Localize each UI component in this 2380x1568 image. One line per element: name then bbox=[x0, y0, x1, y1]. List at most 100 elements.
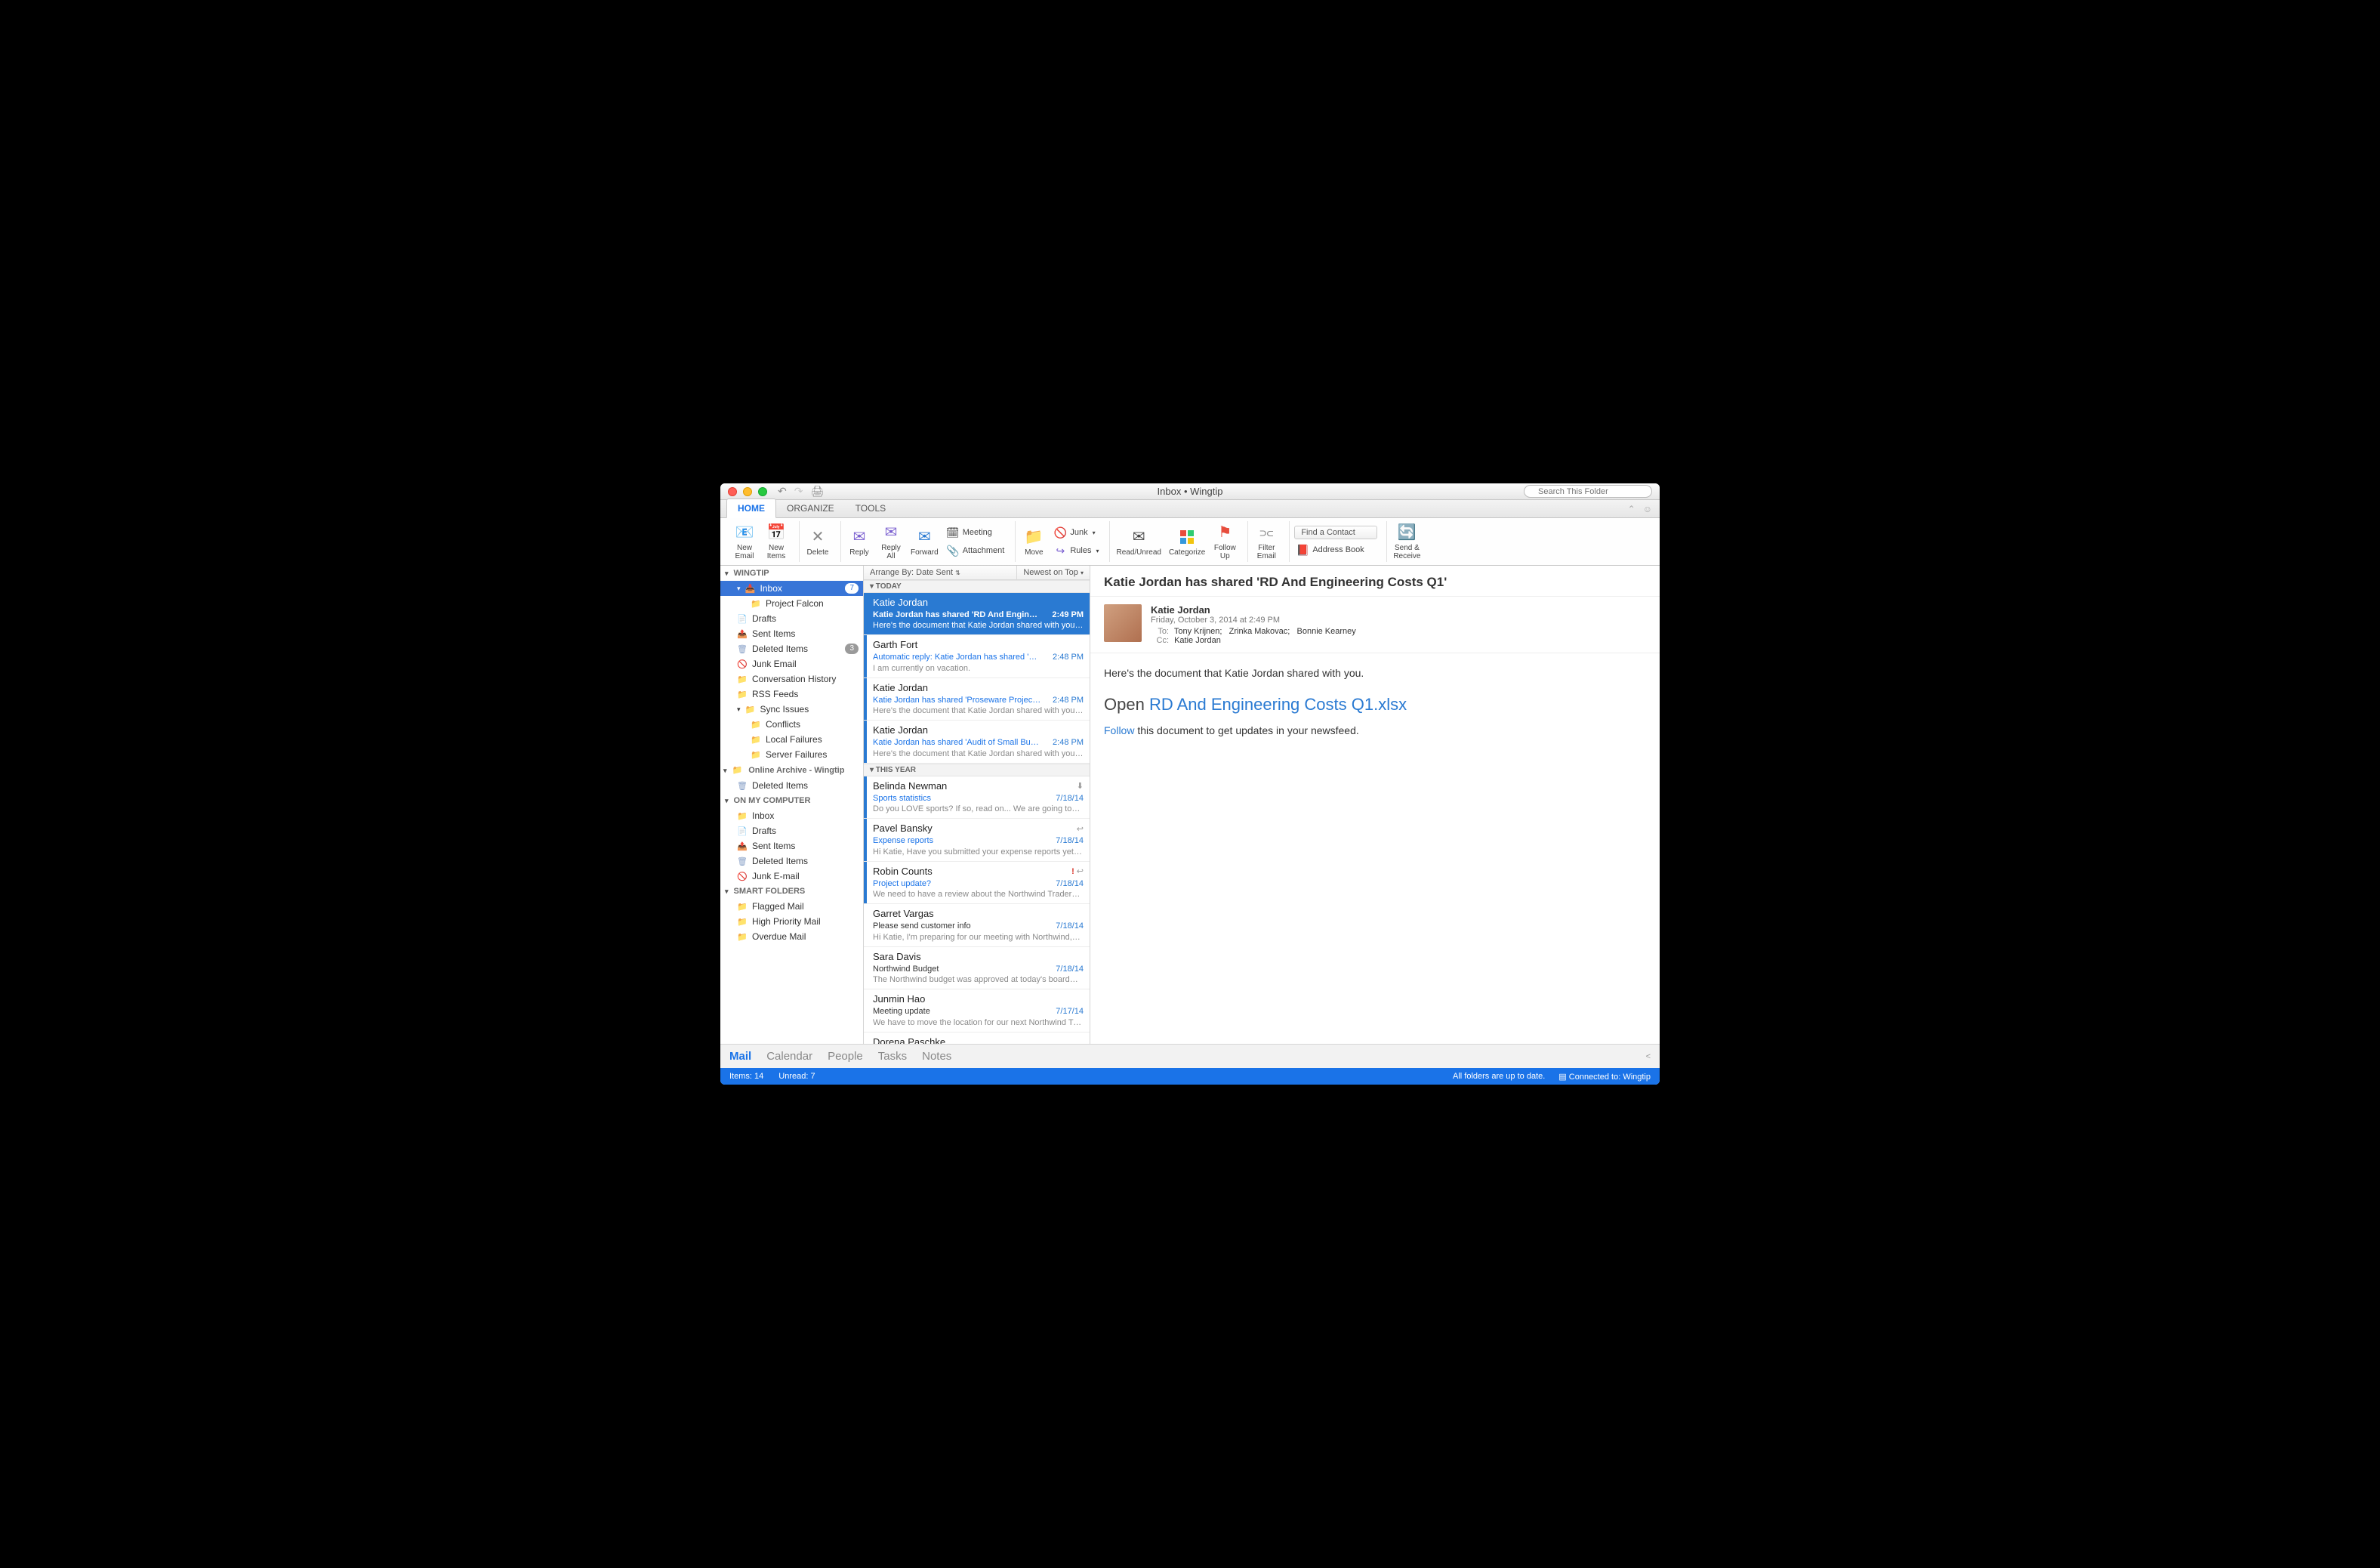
categorize-icon bbox=[1176, 527, 1198, 547]
meeting-button[interactable]: 🗓 Meeting bbox=[945, 525, 1007, 540]
new-items-button[interactable]: 📅 New Items bbox=[763, 521, 790, 562]
find-contact-input[interactable]: Find a Contact bbox=[1294, 526, 1377, 539]
sidebar-item-drafts[interactable]: 📄Drafts bbox=[720, 611, 863, 626]
collapse-ribbon-icon[interactable]: ⌃ bbox=[1628, 504, 1635, 514]
nav-collapse-icon[interactable]: ˂ bbox=[1646, 1052, 1651, 1061]
message-subject-preview: Katie Jordan has shared 'Proseware Proje… bbox=[873, 695, 1042, 705]
sidebar-item-high-priority[interactable]: 📁High Priority Mail bbox=[720, 914, 863, 929]
sidebar-item-server-failures[interactable]: 📁Server Failures bbox=[720, 747, 863, 762]
group-today[interactable]: ▾ TODAY bbox=[864, 580, 1090, 593]
section-header-onmycomputer[interactable]: ON MY COMPUTER bbox=[720, 793, 863, 808]
module-nav: Mail Calendar People Tasks Notes ˂ bbox=[720, 1044, 1660, 1068]
sidebar-item-deleted[interactable]: 🗑Deleted Items3 bbox=[720, 641, 863, 656]
message-preview: Here's the document that Katie Jordan sh… bbox=[873, 620, 1084, 631]
minimize-window-button[interactable] bbox=[743, 487, 752, 496]
nav-people[interactable]: People bbox=[828, 1050, 863, 1063]
nav-calendar[interactable]: Calendar bbox=[766, 1050, 812, 1063]
message-item[interactable]: Katie Jordan Katie Jordan has shared 'Au… bbox=[864, 721, 1090, 763]
categorize-button[interactable]: Categorize bbox=[1167, 526, 1207, 558]
message-item[interactable]: Garret Vargas Please send customer info7… bbox=[864, 904, 1090, 946]
nav-mail[interactable]: Mail bbox=[729, 1050, 751, 1063]
message-subject: Katie Jordan has shared 'RD And Engineer… bbox=[1090, 566, 1660, 597]
close-window-button[interactable] bbox=[728, 487, 737, 496]
sidebar-item-project-falcon[interactable]: 📁Project Falcon bbox=[720, 596, 863, 611]
message-preview: Do you LOVE sports? If so, read on... We… bbox=[873, 804, 1084, 814]
attachment-button[interactable]: 📎 Attachment bbox=[945, 543, 1007, 558]
sidebar-item-local-deleted[interactable]: 🗑Deleted Items bbox=[720, 853, 863, 869]
sidebar-item-sync-issues[interactable]: ▾📁Sync Issues bbox=[720, 702, 863, 717]
message-item[interactable]: Dorena Paschke bbox=[864, 1032, 1090, 1044]
sidebar-item-sent[interactable]: 📤Sent Items bbox=[720, 626, 863, 641]
sidebar-item-flagged[interactable]: 📁Flagged Mail bbox=[720, 899, 863, 914]
read-unread-button[interactable]: ✉ Read/Unread bbox=[1114, 526, 1162, 558]
new-email-button[interactable]: 📧 New Email bbox=[731, 521, 758, 562]
reply-all-button[interactable]: ✉ Reply All bbox=[877, 521, 905, 562]
folder-icon: 📁 bbox=[737, 674, 748, 684]
tab-home[interactable]: HOME bbox=[726, 498, 776, 518]
follow-line: Follow this document to get updates in y… bbox=[1104, 723, 1646, 739]
message-from: Robin Counts bbox=[873, 866, 933, 878]
sidebar-item-local-drafts[interactable]: 📄Drafts bbox=[720, 823, 863, 838]
print-icon[interactable]: 🖨 bbox=[810, 485, 824, 498]
rules-icon: ↪ bbox=[1053, 544, 1067, 557]
sidebar-item-inbox[interactable]: ▾ 📥 Inbox 7 bbox=[720, 581, 863, 596]
sort-order-button[interactable]: Newest on Top ▾ bbox=[1017, 566, 1090, 579]
forward-button[interactable]: ✉ Forward bbox=[909, 526, 940, 558]
undo-icon[interactable]: ↶ bbox=[778, 485, 787, 498]
follow-up-button[interactable]: ⚑ Follow Up bbox=[1211, 521, 1238, 562]
status-unread: Unread: 7 bbox=[778, 1072, 815, 1081]
sidebar-item-local-failures[interactable]: 📁Local Failures bbox=[720, 732, 863, 747]
sidebar-item-local-inbox[interactable]: 📁Inbox bbox=[720, 808, 863, 823]
reading-pane: Katie Jordan has shared 'RD And Engineer… bbox=[1090, 566, 1660, 1044]
redo-icon[interactable]: ↷ bbox=[794, 485, 803, 498]
tab-organize[interactable]: ORGANIZE bbox=[776, 499, 845, 517]
message-item[interactable]: Sara Davis Northwind Budget7/18/14 The N… bbox=[864, 947, 1090, 989]
drafts-icon: 📄 bbox=[737, 826, 748, 835]
sidebar-item-conversation-history[interactable]: 📁Conversation History bbox=[720, 671, 863, 687]
nav-notes[interactable]: Notes bbox=[922, 1050, 951, 1063]
account-header-wingtip[interactable]: WINGTIP bbox=[720, 566, 863, 581]
importance-icon: ! bbox=[1071, 866, 1074, 877]
group-this-year[interactable]: ▾ THIS YEAR bbox=[864, 764, 1090, 776]
sidebar-item-junk[interactable]: 🚫Junk Email bbox=[720, 656, 863, 671]
message-item[interactable]: Pavel Bansky↩ Expense reports7/18/14 Hi … bbox=[864, 819, 1090, 861]
account-header-archive[interactable]: 📁Online Archive - Wingtip bbox=[720, 762, 863, 778]
folder-icon: 📁 bbox=[732, 765, 743, 775]
message-item[interactable]: Garth Fort Automatic reply: Katie Jordan… bbox=[864, 635, 1090, 678]
sidebar-item-archive-deleted[interactable]: 🗑Deleted Items bbox=[720, 778, 863, 793]
section-header-smart-folders[interactable]: SMART FOLDERS bbox=[720, 884, 863, 899]
message-item[interactable]: Katie Jordan Katie Jordan has shared 'Pr… bbox=[864, 678, 1090, 721]
follow-link[interactable]: Follow bbox=[1104, 724, 1134, 736]
forward-icon: ✉ bbox=[914, 527, 935, 547]
filter-email-button[interactable]: ⫗ Filter Email bbox=[1253, 521, 1280, 562]
message-item[interactable]: Junmin Hao Meeting update7/17/14 We have… bbox=[864, 989, 1090, 1032]
smiley-icon[interactable]: ☺ bbox=[1643, 504, 1652, 514]
zoom-window-button[interactable] bbox=[758, 487, 767, 496]
move-button[interactable]: 📁 Move bbox=[1020, 526, 1047, 558]
calendar-plus-icon: 📅 bbox=[766, 523, 787, 542]
message-item[interactable]: Belinda Newman⬇ Sports statistics7/18/14… bbox=[864, 776, 1090, 819]
nav-tasks[interactable]: Tasks bbox=[878, 1050, 907, 1063]
delete-button[interactable]: ✕ Delete bbox=[804, 526, 831, 558]
sidebar-item-local-sent[interactable]: 📤Sent Items bbox=[720, 838, 863, 853]
junk-button[interactable]: 🚫 Junk▾ bbox=[1052, 525, 1100, 540]
move-folder-icon: 📁 bbox=[1023, 527, 1044, 547]
message-preview: Here's the document that Katie Jordan sh… bbox=[873, 749, 1084, 759]
sidebar-item-rss[interactable]: 📁RSS Feeds bbox=[720, 687, 863, 702]
address-book-button[interactable]: 📕 Address Book bbox=[1294, 542, 1377, 557]
arrange-by-button[interactable]: Arrange By: Date Sent ⇅ bbox=[864, 566, 1017, 579]
open-document-link[interactable]: RD And Engineering Costs Q1.xlsx bbox=[1149, 695, 1407, 714]
sidebar-item-local-junk[interactable]: 🚫Junk E-mail bbox=[720, 869, 863, 884]
send-receive-button[interactable]: 🔄 Send & Receive bbox=[1392, 521, 1422, 562]
message-item[interactable]: Robin Counts!↩ Project update?7/18/14 We… bbox=[864, 862, 1090, 904]
rules-button[interactable]: ↪ Rules▾ bbox=[1052, 543, 1100, 558]
sidebar-item-conflicts[interactable]: 📁Conflicts bbox=[720, 717, 863, 732]
trash-icon: 🗑 bbox=[737, 644, 748, 653]
sidebar-item-overdue[interactable]: 📁Overdue Mail bbox=[720, 929, 863, 944]
search-input[interactable] bbox=[1524, 485, 1652, 498]
tab-tools[interactable]: TOOLS bbox=[845, 499, 896, 517]
message-items[interactable]: ▾ TODAY Katie Jordan Katie Jordan has sh… bbox=[864, 580, 1090, 1044]
message-date: Friday, October 3, 2014 at 2:49 PM bbox=[1151, 616, 1356, 625]
reply-button[interactable]: ✉ Reply bbox=[846, 526, 873, 558]
message-item[interactable]: Katie Jordan Katie Jordan has shared 'RD… bbox=[864, 593, 1090, 635]
